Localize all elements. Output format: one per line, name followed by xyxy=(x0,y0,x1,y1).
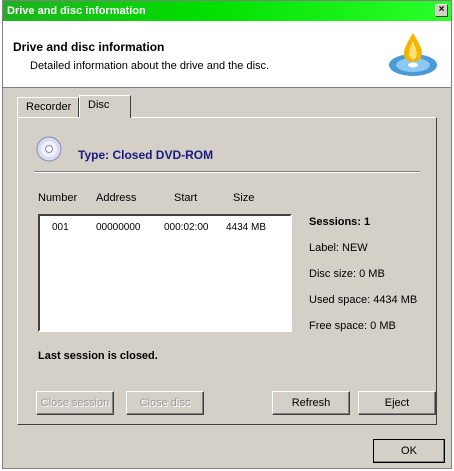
last-session-status: Last session is closed. xyxy=(38,350,158,362)
title-bar[interactable]: Drive and disc information × xyxy=(3,1,451,21)
disc-icon xyxy=(36,136,62,162)
column-header-size: Size xyxy=(233,192,255,204)
row-start: 000:02:00 xyxy=(164,222,209,233)
row-number: 001 xyxy=(52,222,69,233)
header-banner: Drive and disc information Detailed info… xyxy=(3,21,451,88)
sessions-count: Sessions: 1 xyxy=(309,216,371,228)
header-title: Drive and disc information xyxy=(13,40,165,54)
used-space: Used space: 4434 MB xyxy=(309,294,418,306)
eject-button[interactable]: Eject xyxy=(358,391,436,415)
disc-size: Disc size: 0 MB xyxy=(309,268,385,280)
tab-disc-label: Disc xyxy=(88,99,110,111)
drive-disc-info-dialog: Drive and disc information × Drive and d… xyxy=(2,0,452,469)
column-header-number: Number xyxy=(38,192,78,204)
sessions-list[interactable]: 001 00000000 000:02:00 4434 MB xyxy=(38,214,292,332)
disc-type-label: Type: Closed DVD-ROM xyxy=(78,148,214,162)
row-address: 00000000 xyxy=(96,222,141,233)
close-session-button[interactable]: Close session xyxy=(36,391,114,415)
refresh-button[interactable]: Refresh xyxy=(272,391,350,415)
separator xyxy=(34,171,420,173)
close-icon: × xyxy=(438,4,445,15)
tab-recorder-label: Recorder xyxy=(26,101,72,113)
close-button[interactable]: × xyxy=(435,4,448,17)
tab-disc[interactable]: Disc xyxy=(79,95,131,118)
disc-label: Label: NEW xyxy=(309,242,368,254)
row-size: 4434 MB xyxy=(226,222,267,233)
close-disc-button[interactable]: Close disc xyxy=(126,391,204,415)
header-subtitle: Detailed information about the drive and… xyxy=(30,60,270,72)
ok-button[interactable]: OK xyxy=(373,439,445,463)
column-header-address: Address xyxy=(96,192,137,204)
drive-disc-logo-icon xyxy=(389,33,437,76)
tab-recorder[interactable]: Recorder xyxy=(17,97,79,117)
window-title: Drive and disc information xyxy=(7,5,146,17)
disc-tab-panel: Type: Closed DVD-ROM Number Address Star… xyxy=(17,117,437,425)
free-space: Free space: 0 MB xyxy=(309,320,396,332)
column-header-start: Start xyxy=(174,192,198,204)
